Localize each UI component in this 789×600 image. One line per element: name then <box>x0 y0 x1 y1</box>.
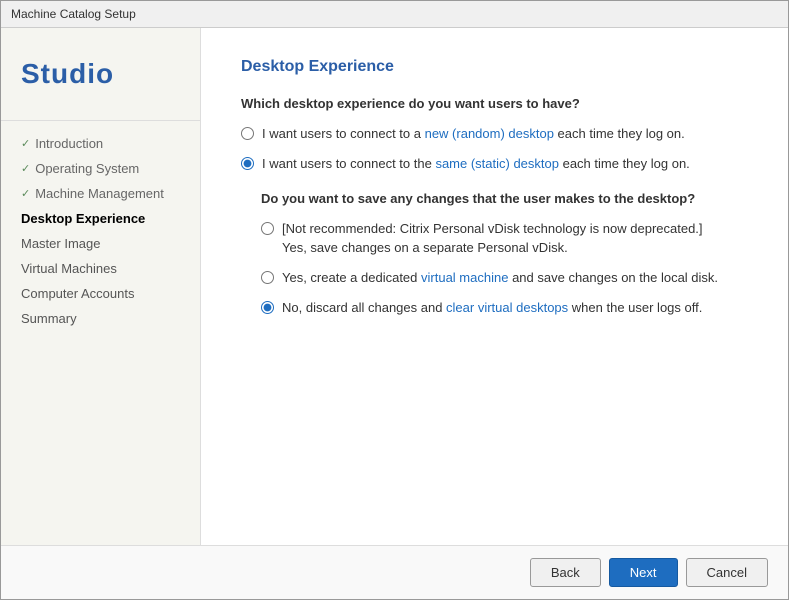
sidebar-item-computer-accounts[interactable]: Computer Accounts <box>1 281 200 306</box>
check-icon-operating-system: ✓ <box>21 162 30 175</box>
sidebar: Studio ✓ Introduction ✓ Operating System… <box>1 28 201 545</box>
next-button[interactable]: Next <box>609 558 678 587</box>
sidebar-label-introduction: Introduction <box>35 136 103 151</box>
check-icon-machine-management: ✓ <box>21 187 30 200</box>
question1: Which desktop experience do you want use… <box>241 96 748 111</box>
check-icon-introduction: ✓ <box>21 137 30 150</box>
sidebar-item-machine-management[interactable]: ✓ Machine Management <box>1 181 200 206</box>
content-area: Studio ✓ Introduction ✓ Operating System… <box>1 28 788 545</box>
sidebar-label-operating-system: Operating System <box>35 161 139 176</box>
radio-discard-label[interactable]: No, discard all changes and clear virtua… <box>282 299 702 317</box>
sidebar-title: Studio <box>1 48 200 110</box>
sidebar-item-summary[interactable]: Summary <box>1 306 200 331</box>
radio-option-random: I want users to connect to a new (random… <box>241 123 748 145</box>
sidebar-label-computer-accounts: Computer Accounts <box>21 286 134 301</box>
sidebar-item-virtual-machines[interactable]: Virtual Machines <box>1 256 200 281</box>
radio-option-dedicated: Yes, create a dedicated virtual machine … <box>261 267 748 289</box>
radio-random[interactable] <box>241 127 254 140</box>
sidebar-label-machine-management: Machine Management <box>35 186 164 201</box>
sidebar-label-virtual-machines: Virtual Machines <box>21 261 117 276</box>
sidebar-label-master-image: Master Image <box>21 236 100 251</box>
cancel-button[interactable]: Cancel <box>686 558 768 587</box>
radio-option-static: I want users to connect to the same (sta… <box>241 153 748 175</box>
sidebar-item-introduction[interactable]: ✓ Introduction <box>1 131 200 156</box>
radio-pvdisk-label[interactable]: [Not recommended: Citrix Personal vDisk … <box>282 220 703 256</box>
main-content: Desktop Experience Which desktop experie… <box>201 28 788 545</box>
radio-group-desktop-type: I want users to connect to a new (random… <box>241 123 748 175</box>
sidebar-item-desktop-experience[interactable]: Desktop Experience <box>1 206 200 231</box>
radio-discard[interactable] <box>261 301 274 314</box>
question2: Do you want to save any changes that the… <box>241 191 748 206</box>
window-title: Machine Catalog Setup <box>11 7 136 21</box>
sidebar-item-operating-system[interactable]: ✓ Operating System <box>1 156 200 181</box>
radio-dedicated-label[interactable]: Yes, create a dedicated virtual machine … <box>282 269 718 287</box>
radio-option-discard: No, discard all changes and clear virtua… <box>261 297 748 319</box>
back-button[interactable]: Back <box>530 558 601 587</box>
section-title: Desktop Experience <box>241 58 748 76</box>
sidebar-label-desktop-experience: Desktop Experience <box>21 211 145 226</box>
radio-option-pvdisk: [Not recommended: Citrix Personal vDisk … <box>261 218 748 258</box>
radio-static-label[interactable]: I want users to connect to the same (sta… <box>262 155 690 173</box>
title-bar: Machine Catalog Setup <box>1 1 788 28</box>
radio-pvdisk[interactable] <box>261 222 274 235</box>
footer: Back Next Cancel <box>1 545 788 599</box>
machine-catalog-setup-window: Machine Catalog Setup Studio ✓ Introduct… <box>0 0 789 600</box>
radio-static[interactable] <box>241 157 254 170</box>
sidebar-label-summary: Summary <box>21 311 77 326</box>
radio-random-label[interactable]: I want users to connect to a new (random… <box>262 125 685 143</box>
sidebar-divider <box>1 120 200 121</box>
sidebar-item-master-image[interactable]: Master Image <box>1 231 200 256</box>
radio-group-save-changes: [Not recommended: Citrix Personal vDisk … <box>241 218 748 319</box>
radio-dedicated[interactable] <box>261 271 274 284</box>
